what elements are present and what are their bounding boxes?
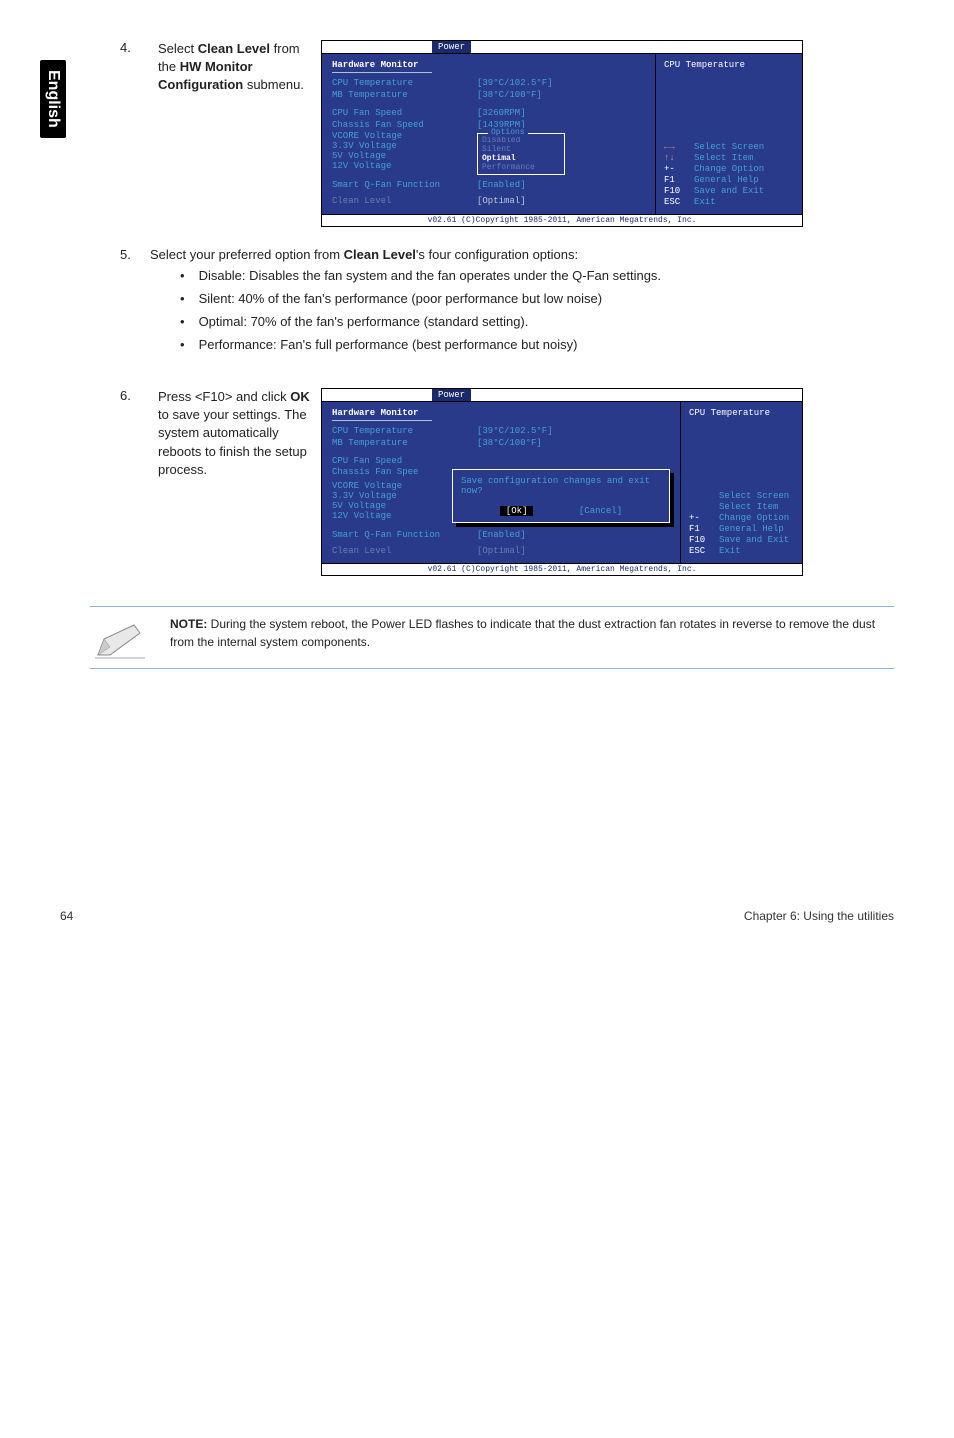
bios-menu-bar-2: Power — [322, 389, 802, 402]
modal-message: Save configuration changes and exit now? — [461, 476, 661, 496]
option-silent[interactable]: Silent — [482, 145, 560, 154]
bullet-silent: Silent: 40% of the fan's performance (po… — [180, 291, 894, 306]
bios-footer-2: v02.61 (C)Copyright 1985-2011, American … — [322, 563, 802, 575]
chassis-fan-label: Chassis Fan Speed — [332, 119, 477, 131]
clean-level-label-2: Clean Level — [332, 545, 477, 557]
cpu-temp-value-2: [39°C/102.5°F] — [477, 425, 553, 437]
mb-temp-label-2: MB Temperature — [332, 437, 477, 449]
options-title: Options — [488, 128, 528, 137]
qfan-label: Smart Q-Fan Function — [332, 179, 477, 191]
bullet-performance: Performance: Fan's full performance (bes… — [180, 337, 894, 352]
arrow-lr-icon: ←→ — [664, 142, 694, 153]
help-keys-2: Select Screen Select Item +-Change Optio… — [689, 491, 794, 557]
mb-temp-value-2: [38°C/100°F] — [477, 437, 542, 449]
hw-monitor-title-2: Hardware Monitor — [332, 408, 670, 418]
ok-button[interactable]: [Ok] — [500, 506, 534, 516]
step6-number: 6. — [120, 388, 150, 403]
cancel-button[interactable]: [Cancel] — [579, 506, 622, 516]
options-popup[interactable]: Options Disabled Silent Optimal Performa… — [477, 133, 565, 175]
help-title: CPU Temperature — [664, 60, 794, 70]
page-number: 64 — [60, 909, 73, 923]
step4-number: 4. — [120, 40, 150, 55]
language-tab: English — [40, 60, 66, 138]
v12-label: 12V Voltage — [332, 161, 477, 171]
cpu-fan-label: CPU Fan Speed — [332, 107, 477, 119]
arrow-ud-icon-2 — [689, 502, 719, 513]
v5-label: 5V Voltage — [332, 151, 477, 161]
bios-screenshot-1: Power Hardware Monitor CPU Temperature[3… — [321, 40, 803, 227]
clean-level-value-2[interactable]: [Optimal] — [477, 545, 526, 557]
v33-label: 3.3V Voltage — [332, 141, 477, 151]
hw-monitor-title: Hardware Monitor — [332, 60, 645, 70]
bullet-optimal: Optimal: 70% of the fan's performance (s… — [180, 314, 894, 329]
help-keys: ←→Select Screen ↑↓Select Item +-Change O… — [664, 142, 794, 208]
chapter-title: Chapter 6: Using the utilities — [744, 909, 894, 923]
qfan-value-2[interactable]: [Enabled] — [477, 529, 526, 541]
step5-number: 5. — [120, 247, 150, 262]
pencil-icon — [90, 615, 150, 660]
note-text: NOTE: During the system reboot, the Powe… — [170, 615, 894, 651]
bullet-disable: Disable: Disables the fan system and the… — [180, 268, 894, 283]
clean-level-value[interactable]: [Optimal] — [477, 195, 526, 207]
option-disabled[interactable]: Disabled — [482, 136, 560, 145]
help-title-2: CPU Temperature — [689, 408, 794, 418]
save-confirm-dialog: Save configuration changes and exit now?… — [452, 469, 670, 523]
cpu-temp-label-2: CPU Temperature — [332, 425, 477, 437]
step4-text: Select Clean Level from the HW Monitor C… — [158, 40, 313, 95]
clean-level-label: Clean Level — [332, 195, 477, 207]
cpu-fan-value: [3260RPM] — [477, 107, 526, 119]
bios-menu-bar: Power — [322, 41, 802, 54]
bios-footer-1: v02.61 (C)Copyright 1985-2011, American … — [322, 214, 802, 226]
mb-temp-value: [38°C/100°F] — [477, 89, 542, 101]
power-tab-2[interactable]: Power — [432, 389, 471, 401]
cpu-temp-label: CPU Temperature — [332, 77, 477, 89]
bios-screenshot-2: Power Hardware Monitor CPU Temperature[3… — [321, 388, 803, 576]
cpu-fan-label-2: CPU Fan Speed — [332, 455, 477, 467]
arrow-lr-icon-2 — [689, 491, 719, 502]
qfan-label-2: Smart Q-Fan Function — [332, 529, 477, 541]
step5-text: Select your preferred option from Clean … — [150, 247, 894, 370]
option-performance[interactable]: Performance — [482, 163, 560, 172]
vcore-label: VCORE Voltage — [332, 131, 477, 141]
arrow-ud-icon: ↑↓ — [664, 153, 694, 164]
power-tab[interactable]: Power — [432, 41, 471, 53]
cpu-temp-value: [39°C/102.5°F] — [477, 77, 553, 89]
mb-temp-label: MB Temperature — [332, 89, 477, 101]
step6-text: Press <F10> and click OK to save your se… — [158, 388, 313, 479]
option-optimal[interactable]: Optimal — [482, 154, 560, 163]
qfan-value[interactable]: [Enabled] — [477, 179, 526, 191]
